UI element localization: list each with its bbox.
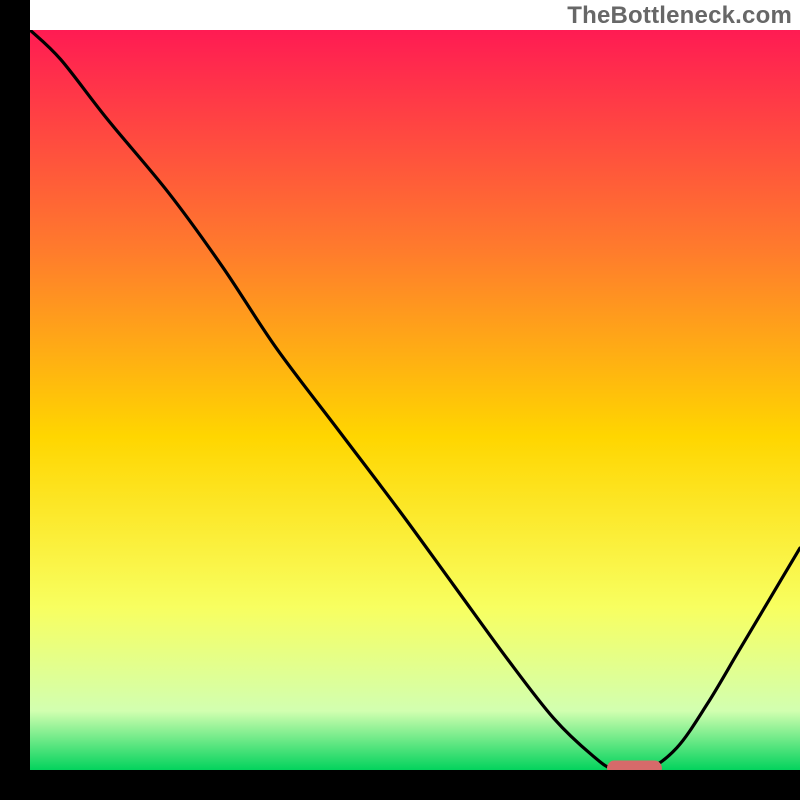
chart-svg: [0, 0, 800, 800]
bottleneck-chart: TheBottleneck.com: [0, 0, 800, 800]
x-axis: [0, 770, 800, 800]
y-axis: [0, 0, 30, 800]
plot-background: [30, 30, 800, 770]
watermark-label: TheBottleneck.com: [567, 2, 792, 30]
